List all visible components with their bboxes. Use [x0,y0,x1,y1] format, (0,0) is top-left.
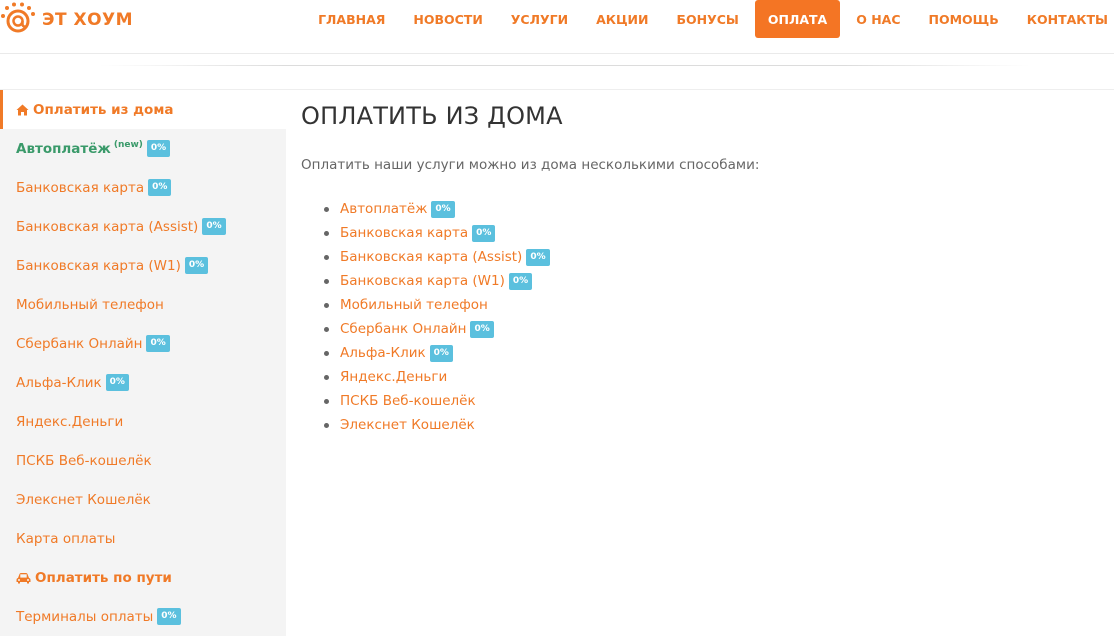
sidebar-item-label: Элекснет Кошелёк [16,491,151,508]
divider [100,65,1030,66]
sidebar-item-4[interactable]: Банковская карта (W1) 0% [0,246,286,285]
home-icon [16,104,29,116]
sidebar-item-1[interactable]: Автоплатёж (new) 0% [0,129,286,168]
sidebar-item-5[interactable]: Мобильный телефон [0,285,286,324]
list-item: Банковская карта 0% [324,221,1101,245]
payment-method-link[interactable]: Банковская карта (Assist) [340,249,522,265]
payment-method-link[interactable]: ПСКБ Веб-кошелёк [340,393,476,409]
main-content: ОПЛАТИТЬ ИЗ ДОМА Оплатить наши услуги мо… [301,90,1101,437]
commission-badge: 0% [470,320,494,338]
commission-badge: 0% [429,344,453,362]
list-item: Автоплатёж 0% [324,197,1101,221]
commission-badge: 0% [105,374,129,391]
intro-text: Оплатить наши услуги можно из дома неско… [301,157,760,173]
nav-item-8[interactable]: ПОМОЩЬ [915,0,1013,38]
sidebar-item-2[interactable]: Банковская карта 0% [0,168,286,207]
sidebar-item-10[interactable]: Элекснет Кошелёк [0,480,286,519]
payment-method-link[interactable]: Банковская карта [340,225,468,241]
sidebar-item-9[interactable]: ПСКБ Веб-кошелёк [0,441,286,480]
nav-item-7[interactable]: О НАС [842,0,914,38]
sidebar-item-7[interactable]: Альфа-Клик 0% [0,363,286,402]
sidebar-section-12[interactable]: Оплатить по пути [0,558,286,597]
payment-method-link[interactable]: Автоплатёж [340,201,427,217]
payment-methods-list: Автоплатёж 0% Банковская карта 0% Банковская… [301,197,1101,437]
sidebar-item-6[interactable]: Сбербанк Онлайн 0% [0,324,286,363]
commission-badge: 0% [508,272,533,290]
sidebar-item-label: Сбербанк Онлайн [16,335,143,352]
nav-item-3[interactable]: УСЛУГИ [497,0,582,38]
payment-method-link[interactable]: Яндекс.Деньги [340,369,447,385]
logo-text: ЭТ ХОУМ [42,10,134,30]
sidebar-item-8[interactable]: Яндекс.Деньги [0,402,286,441]
list-item: Мобильный телефон [324,293,1101,317]
sidebar-item-3[interactable]: Банковская карта (Assist) 0% [0,207,286,246]
site-header: ЭТ ХОУМ ГЛАВНАЯ НОВОСТИ УСЛУГИ АКЦИИ БОНУСЫ О… [0,0,1114,54]
commission-badge: 0% [202,218,226,235]
logo-icon [0,2,40,38]
nav-item-9[interactable]: КОНТАКТЫ [1013,0,1114,38]
logo[interactable]: ЭТ ХОУМ [0,2,133,38]
sidebar-item-label: Карта оплаты [16,530,116,547]
commission-badge: 0% [148,179,172,196]
commission-badge: 0% [146,140,171,157]
nav-item-2[interactable]: НОВОСТИ [399,0,496,38]
commission-badge: 0% [431,200,455,218]
new-label: (new) [113,139,143,150]
sidebar: Оплатить из дома Автоплатёж (new) 0% Банковс… [0,90,286,636]
list-item: Банковская карта (W1) 0% [324,269,1101,293]
commission-badge: 0% [472,224,496,242]
list-item: Сбербанк Онлайн 0% [324,317,1101,341]
payment-method-link[interactable]: Альфа-Клик [340,345,426,361]
sidebar-item-label: Альфа-Клик [16,374,102,391]
sidebar-item-label: Яндекс.Деньги [16,413,124,430]
list-item: ПСКБ Веб-кошелёк [324,389,1101,413]
payment-method-link[interactable]: Мобильный телефон [340,297,488,313]
sidebar-item-label: Банковская карта (Assist) [16,218,199,235]
sidebar-item-label: Мобильный телефон [16,296,164,313]
payment-method-link[interactable]: Банковская карта (W1) [340,273,505,289]
sidebar-item-label: Автоплатёж [16,140,111,157]
nav-item-6[interactable]: ОПЛАТА [754,0,841,38]
sidebar-item-label: Банковская карта (W1) [16,257,181,274]
payment-method-link[interactable]: Элекснет Кошелёк [340,417,475,433]
page-title: ОПЛАТИТЬ ИЗ ДОМА [301,102,563,130]
sidebar-item-label: Банковская карта [16,179,145,196]
nav-item-5[interactable]: БОНУСЫ [662,0,752,38]
car-icon [16,572,31,584]
list-item: Яндекс.Деньги [324,365,1101,389]
commission-badge: 0% [157,608,181,625]
nav-item-1[interactable]: ГЛАВНАЯ [304,0,399,38]
payment-method-link[interactable]: Сбербанк Онлайн [340,321,466,337]
commission-badge: 0% [184,257,209,274]
sidebar-item-13[interactable]: Терминалы оплаты 0% [0,597,286,636]
main-nav: ГЛАВНАЯ НОВОСТИ УСЛУГИ АКЦИИ БОНУСЫ ОПЛАТА О Н… [304,0,1114,38]
sidebar-item-label: ПСКБ Веб-кошелёк [16,452,152,469]
list-item: Элекснет Кошелёк [324,413,1101,437]
list-item: Банковская карта (Assist) 0% [324,245,1101,269]
list-item: Альфа-Клик 0% [324,341,1101,365]
sidebar-item-11[interactable]: Карта оплаты [0,519,286,558]
sidebar-item-label: Оплатить по пути [35,569,172,586]
nav-item-4[interactable]: АКЦИИ [582,0,662,38]
sidebar-item-label: Оплатить из дома [33,101,174,118]
sidebar-section-0[interactable]: Оплатить из дома [0,90,286,129]
commission-badge: 0% [526,248,550,266]
commission-badge: 0% [146,335,170,352]
sidebar-item-label: Терминалы оплаты [16,608,154,625]
